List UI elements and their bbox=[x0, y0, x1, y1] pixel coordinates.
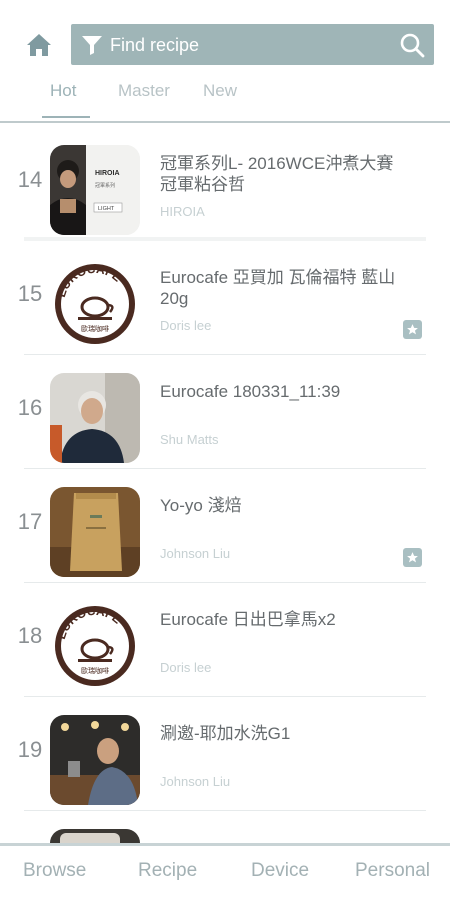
partial-photo bbox=[50, 829, 140, 843]
recipe-thumbnail[interactable] bbox=[50, 715, 140, 805]
tab-hot[interactable]: Hot bbox=[50, 80, 76, 102]
rank-number: 15 bbox=[17, 281, 43, 306]
recipe-author: Doris lee bbox=[160, 318, 212, 333]
home-button[interactable] bbox=[24, 30, 54, 60]
recipe-thumbnail[interactable]: HIROIA 冠軍系列 LIGHT bbox=[50, 145, 140, 235]
portrait-photo bbox=[50, 373, 140, 463]
eurocafe-chinese-text: 歐瑞咖啡 bbox=[81, 666, 109, 675]
filter-icon[interactable] bbox=[81, 34, 103, 56]
recipe-thumbnail[interactable]: EUROCAFE 歐瑞咖啡 bbox=[50, 601, 140, 691]
hiroia-light-text: LIGHT bbox=[98, 206, 115, 212]
search-input[interactable]: Find recipe bbox=[110, 34, 199, 56]
tab-master[interactable]: Master bbox=[118, 80, 170, 102]
coffee-bag-photo bbox=[50, 487, 140, 577]
app-header: Find recipe Hot Master New bbox=[0, 0, 450, 123]
recipe-title[interactable]: Eurocafe 180331_11:39 bbox=[160, 381, 410, 402]
search-bar[interactable]: Find recipe bbox=[71, 24, 434, 65]
hiroia-series-text: 冠軍系列 bbox=[95, 182, 115, 189]
recipe-row[interactable]: 17 Yo-yo 淺焙 Johnson Liu bbox=[0, 469, 450, 583]
rank-number: 19 bbox=[17, 737, 43, 762]
rank-number: 17 bbox=[17, 509, 43, 534]
recipe-author: Johnson Liu bbox=[160, 774, 231, 789]
recipe-author: Johnson Liu bbox=[160, 546, 231, 561]
star-icon bbox=[407, 552, 418, 563]
recipe-list[interactable]: 14 HIROIA 冠軍系列 LIGHT 冠軍系列L- 2016WCE沖煮大賽冠… bbox=[0, 123, 450, 843]
recipe-thumbnail[interactable]: EUROCAFE 歐瑞咖啡 bbox=[50, 259, 140, 349]
recipe-author: Doris lee bbox=[160, 660, 212, 675]
recipe-row[interactable]: 18 EUROCAFE 歐瑞咖啡 Eurocafe 日出巴拿馬x2 Doris … bbox=[0, 583, 450, 697]
recipe-title[interactable]: Eurocafe 亞買加 瓦倫福特 藍山 20g bbox=[160, 267, 410, 309]
search-icon[interactable] bbox=[399, 32, 425, 58]
nav-device[interactable]: Device bbox=[251, 860, 309, 882]
recipe-thumbnail[interactable] bbox=[50, 829, 140, 843]
recipe-title[interactable]: Yo-yo 淺焙 bbox=[160, 495, 410, 516]
recipe-author: Shu Matts bbox=[160, 432, 219, 447]
rank-number: 18 bbox=[17, 623, 43, 648]
favorite-star-badge[interactable] bbox=[403, 548, 422, 567]
recipe-title[interactable]: 冠軍系列L- 2016WCE沖煮大賽冠軍粘谷哲 bbox=[160, 153, 410, 195]
eurocafe-logo: EUROCAFE 歐瑞咖啡 bbox=[54, 604, 135, 686]
active-tab-indicator bbox=[42, 116, 90, 118]
bottom-navigation: Browse Recipe Device Personal bbox=[0, 843, 450, 900]
recipe-title[interactable]: 涮邀-耶加水洗G1 bbox=[160, 723, 410, 744]
recipe-row[interactable]: 16 Eurocafe 180331_11:39 Shu Matts bbox=[0, 355, 450, 469]
tab-new[interactable]: New bbox=[203, 80, 237, 102]
recipe-thumbnail[interactable] bbox=[50, 373, 140, 463]
eurocafe-logo: EUROCAFE 歐瑞咖啡 bbox=[54, 262, 135, 344]
recipe-thumbnail[interactable] bbox=[50, 487, 140, 577]
recipe-author: HIROIA bbox=[160, 204, 205, 219]
nav-recipe[interactable]: Recipe bbox=[138, 860, 197, 882]
hiroia-brand-text: HIROIA bbox=[95, 170, 120, 177]
favorite-star-badge[interactable] bbox=[403, 320, 422, 339]
recipe-row[interactable]: 19 涮邀-耶加水洗G1 Johnson Liu bbox=[0, 697, 450, 811]
rank-number: 14 bbox=[17, 167, 43, 192]
nav-browse[interactable]: Browse bbox=[23, 860, 86, 882]
recipe-title[interactable]: Eurocafe 日出巴拿馬x2 bbox=[160, 609, 410, 630]
eurocafe-chinese-text: 歐瑞咖啡 bbox=[81, 324, 109, 333]
recipe-row[interactable] bbox=[0, 811, 450, 843]
nav-personal[interactable]: Personal bbox=[355, 860, 430, 882]
bar-photo bbox=[50, 715, 140, 805]
home-icon bbox=[27, 34, 51, 56]
recipe-row[interactable]: 14 HIROIA 冠軍系列 LIGHT 冠軍系列L- 2016WCE沖煮大賽冠… bbox=[0, 127, 450, 241]
star-icon bbox=[407, 324, 418, 335]
bottom-nav-divider bbox=[0, 843, 450, 846]
rank-number: 16 bbox=[17, 395, 43, 420]
recipe-row[interactable]: 15 EUROCAFE 歐瑞咖啡 Eurocafe 亞買加 瓦倫福特 藍山 20… bbox=[0, 241, 450, 355]
tab-bar: Hot Master New bbox=[0, 78, 450, 122]
